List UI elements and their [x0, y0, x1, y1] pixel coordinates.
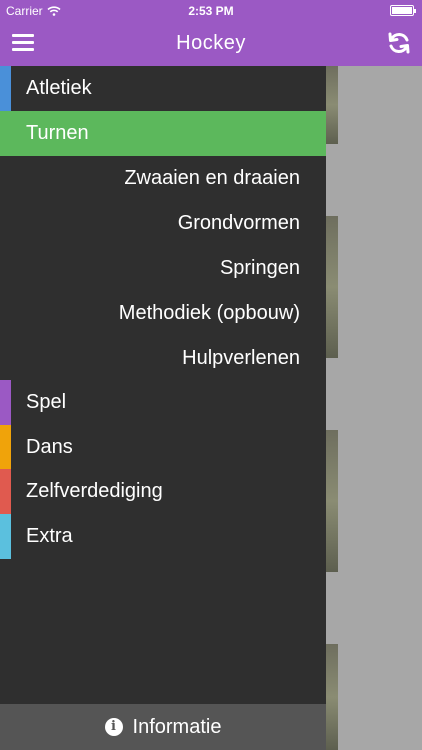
- menu-item-extra[interactable]: Extra: [0, 514, 326, 559]
- menu-item-zelfverdediging[interactable]: Zelfverdediging: [0, 469, 326, 514]
- info-label: Informatie: [132, 715, 222, 738]
- menu-item-label: Atletiek: [26, 77, 92, 99]
- category-color-bar: [0, 514, 11, 559]
- category-color-bar: [0, 380, 11, 425]
- submenu-item-zwaaien-en-draaien[interactable]: Zwaaien en draaien: [0, 156, 326, 201]
- category-color-bar: [0, 469, 11, 514]
- page-title: Hockey: [176, 32, 246, 54]
- main-content: [326, 66, 422, 750]
- submenu-item-grondvormen[interactable]: Grondvormen: [0, 201, 326, 246]
- thumbnail-image[interactable]: [326, 216, 338, 358]
- info-button[interactable]: i Informatie: [0, 704, 326, 750]
- submenu-item-springen[interactable]: Springen: [0, 246, 326, 291]
- status-bar: Carrier 2:53 PM: [0, 0, 422, 22]
- top-bar: Carrier 2:53 PM Hockey: [0, 0, 422, 66]
- menu-item-label: Extra: [26, 525, 73, 547]
- thumbnail-image[interactable]: [326, 644, 338, 750]
- menu-item-spel[interactable]: Spel: [0, 380, 326, 425]
- menu-item-dans[interactable]: Dans: [0, 425, 326, 470]
- info-icon: i: [104, 718, 123, 736]
- category-color-bar: [0, 66, 11, 111]
- thumbnail-image[interactable]: [326, 66, 338, 144]
- menu-item-label: Turnen: [26, 122, 89, 144]
- nav-bar: Hockey: [0, 22, 422, 66]
- thumbnail-image[interactable]: [326, 430, 338, 572]
- category-color-bar: [0, 425, 11, 470]
- menu-item-label: Dans: [26, 436, 73, 458]
- refresh-icon[interactable]: [386, 30, 412, 56]
- menu-item-atletiek[interactable]: Atletiek: [0, 66, 326, 111]
- menu-item-turnen[interactable]: Turnen: [0, 111, 326, 156]
- status-time: 2:53 PM: [188, 4, 234, 18]
- battery-icon: [390, 5, 416, 16]
- menu-item-label: Zelfverdediging: [26, 480, 163, 502]
- submenu-item-methodiek[interactable]: Methodiek (opbouw): [0, 291, 326, 336]
- side-drawer: Atletiek Turnen Zwaaien en draaien Grond…: [0, 66, 326, 750]
- menu-item-label: Spel: [26, 391, 67, 413]
- submenu-item-hulpverlenen[interactable]: Hulpverlenen: [0, 336, 326, 381]
